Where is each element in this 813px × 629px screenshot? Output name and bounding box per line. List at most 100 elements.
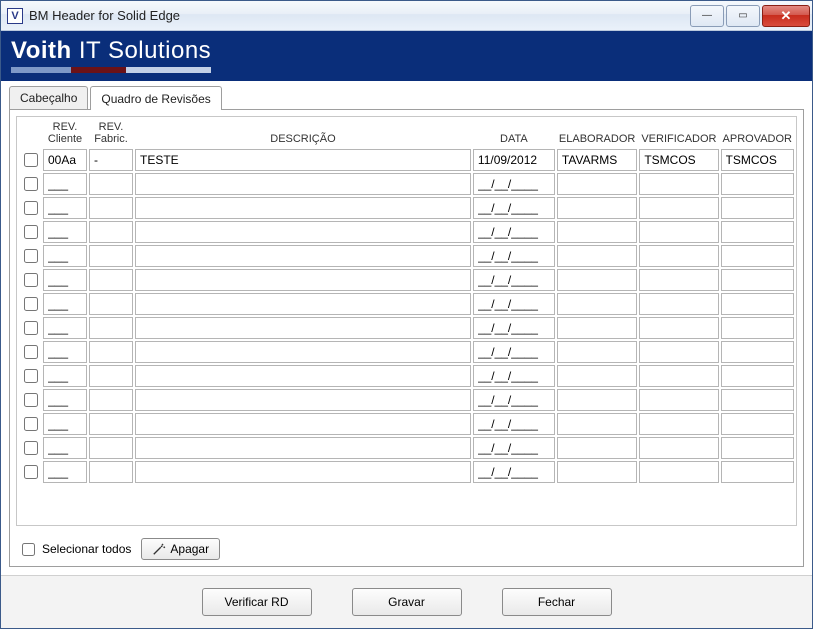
delete-button[interactable]: Apagar xyxy=(141,538,220,560)
row-checkbox[interactable] xyxy=(24,273,38,287)
rev-cliente-input[interactable] xyxy=(43,461,87,483)
tab-quadro-de-revis-es[interactable]: Quadro de Revisões xyxy=(90,86,221,110)
rev-cliente-input[interactable] xyxy=(43,413,87,435)
rev-fabric-input[interactable] xyxy=(89,173,133,195)
aprovador-input[interactable] xyxy=(721,461,794,483)
data-input[interactable] xyxy=(473,461,555,483)
rev-fabric-input[interactable] xyxy=(89,293,133,315)
verificador-input[interactable] xyxy=(639,365,718,387)
aprovador-input[interactable] xyxy=(721,293,794,315)
verificador-input[interactable] xyxy=(639,341,718,363)
elaborador-input[interactable] xyxy=(557,389,637,411)
data-input[interactable] xyxy=(473,365,555,387)
aprovador-input[interactable] xyxy=(721,341,794,363)
elaborador-input[interactable] xyxy=(557,341,637,363)
table-scroll[interactable]: REV. Cliente REV. Fabric. DESCRIÇÃO xyxy=(17,117,796,525)
rev-fabric-input[interactable] xyxy=(89,437,133,459)
verificador-input[interactable] xyxy=(639,197,718,219)
verificador-input[interactable] xyxy=(639,149,718,171)
select-all-checkbox[interactable] xyxy=(22,543,35,556)
verificador-input[interactable] xyxy=(639,245,718,267)
row-checkbox[interactable] xyxy=(24,177,38,191)
row-checkbox[interactable] xyxy=(24,297,38,311)
aprovador-input[interactable] xyxy=(721,413,794,435)
rev-fabric-input[interactable] xyxy=(89,341,133,363)
data-input[interactable] xyxy=(473,221,555,243)
row-checkbox[interactable] xyxy=(24,321,38,335)
rev-cliente-input[interactable] xyxy=(43,245,87,267)
elaborador-input[interactable] xyxy=(557,221,637,243)
row-checkbox[interactable] xyxy=(24,441,38,455)
data-input[interactable] xyxy=(473,197,555,219)
aprovador-input[interactable] xyxy=(721,437,794,459)
rev-fabric-input[interactable] xyxy=(89,389,133,411)
descricao-input[interactable] xyxy=(135,437,471,459)
descricao-input[interactable] xyxy=(135,269,471,291)
descricao-input[interactable] xyxy=(135,149,471,171)
rev-fabric-input[interactable] xyxy=(89,221,133,243)
rev-fabric-input[interactable] xyxy=(89,245,133,267)
row-checkbox[interactable] xyxy=(24,369,38,383)
minimize-button[interactable]: ― xyxy=(690,5,724,27)
close-form-button[interactable]: Fechar xyxy=(502,588,612,616)
descricao-input[interactable] xyxy=(135,461,471,483)
descricao-input[interactable] xyxy=(135,173,471,195)
verificador-input[interactable] xyxy=(639,461,718,483)
aprovador-input[interactable] xyxy=(721,173,794,195)
verificador-input[interactable] xyxy=(639,221,718,243)
rev-cliente-input[interactable] xyxy=(43,221,87,243)
descricao-input[interactable] xyxy=(135,221,471,243)
aprovador-input[interactable] xyxy=(721,389,794,411)
rev-cliente-input[interactable] xyxy=(43,437,87,459)
rev-fabric-input[interactable] xyxy=(89,197,133,219)
elaborador-input[interactable] xyxy=(557,365,637,387)
elaborador-input[interactable] xyxy=(557,269,637,291)
rev-cliente-input[interactable] xyxy=(43,317,87,339)
aprovador-input[interactable] xyxy=(721,365,794,387)
rev-fabric-input[interactable] xyxy=(89,317,133,339)
descricao-input[interactable] xyxy=(135,293,471,315)
rev-cliente-input[interactable] xyxy=(43,389,87,411)
verificador-input[interactable] xyxy=(639,269,718,291)
row-checkbox[interactable] xyxy=(24,153,38,167)
save-button[interactable]: Gravar xyxy=(352,588,462,616)
elaborador-input[interactable] xyxy=(557,437,637,459)
aprovador-input[interactable] xyxy=(721,317,794,339)
descricao-input[interactable] xyxy=(135,245,471,267)
descricao-input[interactable] xyxy=(135,389,471,411)
verify-button[interactable]: Verificar RD xyxy=(202,588,312,616)
data-input[interactable] xyxy=(473,437,555,459)
rev-cliente-input[interactable] xyxy=(43,197,87,219)
titlebar[interactable]: V BM Header for Solid Edge ― ▭ ✕ xyxy=(1,1,812,31)
rev-fabric-input[interactable] xyxy=(89,269,133,291)
data-input[interactable] xyxy=(473,293,555,315)
verificador-input[interactable] xyxy=(639,413,718,435)
data-input[interactable] xyxy=(473,149,555,171)
aprovador-input[interactable] xyxy=(721,269,794,291)
data-input[interactable] xyxy=(473,317,555,339)
aprovador-input[interactable] xyxy=(721,245,794,267)
data-input[interactable] xyxy=(473,173,555,195)
rev-fabric-input[interactable] xyxy=(89,413,133,435)
rev-cliente-input[interactable] xyxy=(43,365,87,387)
row-checkbox[interactable] xyxy=(24,201,38,215)
data-input[interactable] xyxy=(473,413,555,435)
row-checkbox[interactable] xyxy=(24,249,38,263)
data-input[interactable] xyxy=(473,269,555,291)
aprovador-input[interactable] xyxy=(721,221,794,243)
descricao-input[interactable] xyxy=(135,197,471,219)
elaborador-input[interactable] xyxy=(557,173,637,195)
rev-fabric-input[interactable] xyxy=(89,365,133,387)
verificador-input[interactable] xyxy=(639,293,718,315)
descricao-input[interactable] xyxy=(135,365,471,387)
aprovador-input[interactable] xyxy=(721,197,794,219)
elaborador-input[interactable] xyxy=(557,293,637,315)
rev-cliente-input[interactable] xyxy=(43,269,87,291)
aprovador-input[interactable] xyxy=(721,149,794,171)
row-checkbox[interactable] xyxy=(24,345,38,359)
tab-cabe-alho[interactable]: Cabeçalho xyxy=(9,86,88,109)
rev-cliente-input[interactable] xyxy=(43,173,87,195)
maximize-button[interactable]: ▭ xyxy=(726,5,760,27)
close-button[interactable]: ✕ xyxy=(762,5,810,27)
rev-cliente-input[interactable] xyxy=(43,149,87,171)
